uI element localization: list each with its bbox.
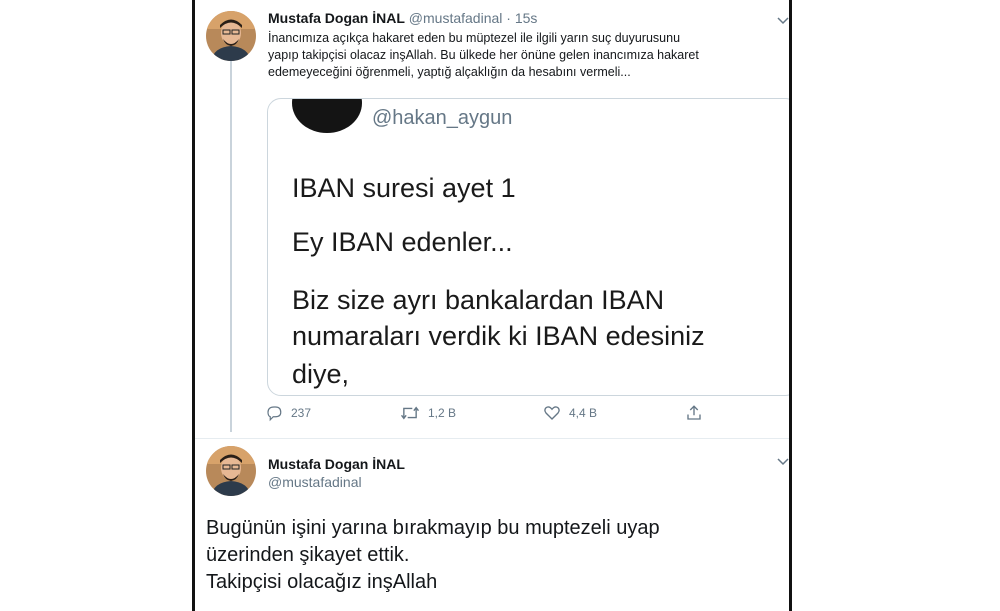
quoted-tweet-card[interactable]: @hakan_aygun IBAN suresi ayet 1 Ey IBAN …: [267, 98, 789, 396]
quoted-handle: @hakan_aygun: [372, 107, 513, 129]
tweet-header: Mustafa Dogan İNAL: [268, 456, 405, 472]
tweet-header: Mustafa Dogan İNAL @mustafadinal · 15s: [268, 10, 537, 26]
tweet-timestamp[interactable]: 15s: [515, 10, 538, 26]
reply-button[interactable]: 237: [265, 404, 311, 422]
tweet-body: Bugünün işini yarına bırakmayıp bu mupte…: [206, 515, 660, 596]
like-count: 4,4 B: [569, 406, 598, 420]
tweet-body-line: üzerinden şikayet ettik.: [206, 544, 410, 566]
thread-connector-line: [230, 60, 232, 432]
tweet-divider: [195, 438, 789, 439]
chevron-down-icon[interactable]: [777, 458, 789, 466]
retweet-button[interactable]: 1,2 B: [400, 404, 456, 422]
reply-icon: [267, 406, 282, 422]
author-handle[interactable]: @mustafadinal: [409, 10, 503, 26]
author-name[interactable]: Mustafa Dogan İNAL: [268, 10, 405, 26]
retweet-count: 1,2 B: [428, 406, 457, 420]
header-separator: ·: [506, 10, 511, 26]
share-icon: [687, 405, 701, 420]
tweet-body: İnancımıza açıkça hakaret eden bu müptez…: [268, 30, 789, 81]
quoted-text-line: IBAN suresi ayet 1: [292, 173, 516, 203]
tweet-actions: 237 1,2 B 4,4 B: [265, 404, 765, 428]
like-button[interactable]: 4,4 B: [543, 404, 597, 422]
author-handle[interactable]: @mustafadinal: [268, 474, 362, 490]
share-button[interactable]: [685, 404, 703, 422]
quoted-text-line: Biz size ayrı bankalardan IBAN: [292, 285, 665, 315]
tweet-body-line: edemeyeceğini öğrenmeli, yaptığ alçaklığ…: [268, 65, 631, 79]
reply-count: 237: [291, 406, 312, 420]
like-icon: [544, 406, 560, 420]
frame-border-right: [789, 0, 792, 611]
retweet-icon: [400, 406, 420, 420]
tweet-body-line: yapıp takipçisi olacaz inşAllah. Bu ülke…: [268, 48, 699, 62]
tweet-body-line: Bugünün işini yarına bırakmayıp bu mupte…: [206, 517, 660, 539]
screenshot-canvas: Mustafa Dogan İNAL @mustafadinal · 15s İ…: [0, 0, 1000, 611]
quoted-avatar: [292, 99, 362, 133]
quoted-text-line: diye,: [292, 359, 350, 389]
tweet-body-line: İnancımıza açıkça hakaret eden bu müptez…: [268, 31, 681, 45]
author-name[interactable]: Mustafa Dogan İNAL: [268, 456, 405, 472]
tweet-body-line: Takipçisi olacağız inşAllah: [206, 571, 438, 593]
quoted-text-line: numaraları verdik ki IBAN edesiniz: [292, 321, 705, 351]
avatar[interactable]: [206, 11, 256, 61]
quoted-text-line: Ey IBAN edenler...: [292, 227, 513, 257]
chevron-down-icon[interactable]: [777, 17, 789, 25]
avatar[interactable]: [206, 446, 256, 496]
tweet-thread: Mustafa Dogan İNAL @mustafadinal · 15s İ…: [195, 0, 789, 611]
